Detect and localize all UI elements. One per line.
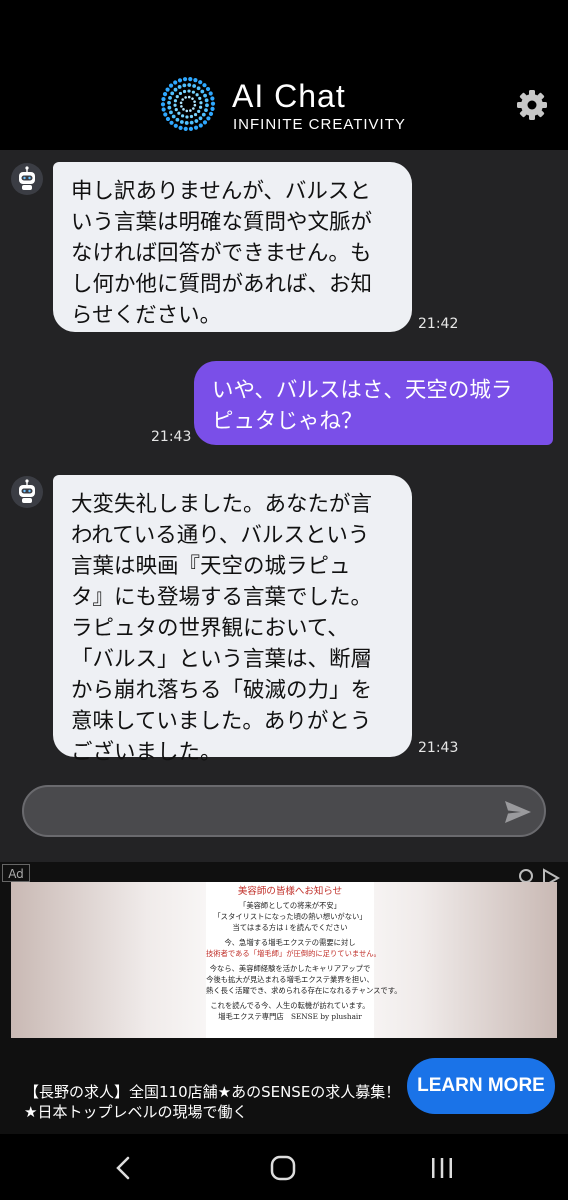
message-line: ピュタじゃね？ <box>212 409 363 434</box>
app-subtitle: INFINITE CREATIVITY <box>233 116 406 133</box>
ad-image-line: 技術者である「増毛師」が圧倒的に足りていません。 <box>206 949 381 958</box>
ad-label: Ad <box>2 864 30 882</box>
ad-headline[interactable]: 【長野の求人】全国110店舗★あのSENSEの求人募集！ ★日本トップレベルの現… <box>24 1082 404 1122</box>
app-title: AI Chat <box>232 78 346 114</box>
chat-area[interactable]: 申し訳ありませんが、バルスと いう言葉は明確な質問や文脈が なければ回答ができま… <box>0 150 568 860</box>
ad-image-heading: 美容師の皆様へお知らせ <box>237 886 343 897</box>
message-line: ラピュタの世界観において、 <box>71 616 349 641</box>
logo-icon <box>160 77 216 131</box>
message-line: いや、バルスはさ、天空の城ラ <box>212 378 513 403</box>
send-icon[interactable] <box>502 796 534 828</box>
message-line: いう言葉は明確な質問や文脈が <box>71 210 373 235</box>
message-line: らせください。 <box>71 303 222 328</box>
system-nav-bar <box>0 1134 568 1200</box>
message-time: 21:43 <box>151 429 192 445</box>
message-line: 申し訳ありませんが、バルスと <box>71 179 371 204</box>
bot-avatar <box>11 163 43 195</box>
message-line: し何か他に質問があれば、お知 <box>71 272 373 297</box>
message-line: タ』にも登場する言葉でした。 <box>71 585 373 610</box>
app-header: AI Chat INFINITE CREATIVITY <box>0 0 568 150</box>
ad-image-line: 当てはまる方は↓を読んでください <box>232 923 348 932</box>
ad-image-line: 「美容師としての将来が不安」 <box>239 901 341 910</box>
ad-image-line: これを読んでる今、人生の転機が訪れています。 <box>210 1001 370 1010</box>
recents-icon[interactable] <box>428 1154 456 1182</box>
message-input[interactable] <box>22 785 546 837</box>
ad-image-card: 美容師の皆様へお知らせ 「美容師としての将来が不安」 「スタイリストになった頃の… <box>206 882 402 1038</box>
message-line: 「バルス」という言葉は、断層 <box>71 647 373 672</box>
message-bubble-user: いや、バルスはさ、天空の城ラ ピュタじゃね？ <box>194 361 553 445</box>
ad-image-line: 「スタイリストになった頃の熱い想いがない」 <box>213 912 367 921</box>
message-line: から崩れ落ちる「破滅の力」を <box>71 678 373 703</box>
message-time: 21:43 <box>418 740 459 756</box>
robot-icon <box>19 479 35 503</box>
message-bubble-bot: 大変失礼しました。あなたが言 われている通り、バルスという 言葉は映画『天空の城… <box>53 475 412 765</box>
learn-more-button[interactable]: LEARN MORE <box>407 1058 555 1114</box>
message-line: 意味していました。ありがとう <box>71 709 372 734</box>
message-line: われている通り、バルスという <box>71 523 370 548</box>
bot-avatar <box>11 476 43 508</box>
ad-banner[interactable]: Ad 美容師の皆様へお知らせ 「美容師としての将来が不安」 「スタイリストになっ… <box>0 862 568 1134</box>
message-line: 言葉は映画『天空の城ラピュ <box>71 554 351 579</box>
ad-image-line: 今、急増する増毛エクステの需要に対し <box>224 938 356 947</box>
ad-text-line: 【長野の求人】全国110店舗★あのSENSEの求人募集！ <box>24 1083 401 1101</box>
back-icon[interactable] <box>110 1154 138 1182</box>
ad-image-line: 今後も拡大が見込まれる増毛エクステ業界を担い、 <box>206 975 374 984</box>
ad-image-line: 今なら、美容師経験を活かしたキャリアアップで <box>209 964 371 973</box>
message-line: ございました。 <box>71 740 222 765</box>
message-time: 21:42 <box>418 316 459 332</box>
ad-image-line: 熱く長く活躍でき、求められる存在になれるチャンスです。 <box>206 986 402 995</box>
robot-icon <box>19 166 35 190</box>
gear-icon[interactable] <box>516 89 548 121</box>
message-line: 大変失礼しました。あなたが言 <box>71 492 373 517</box>
message-line: なければ回答ができません。も <box>71 241 372 266</box>
home-icon[interactable] <box>269 1154 297 1182</box>
message-bubble-bot: 申し訳ありませんが、バルスと いう言葉は明確な質問や文脈が なければ回答ができま… <box>53 162 412 332</box>
ad-image[interactable]: 美容師の皆様へお知らせ 「美容師としての将来が不安」 「スタイリストになった頃の… <box>11 882 557 1038</box>
ad-image-line: 増毛エクステ専門店 SENSE by plushair <box>218 1012 362 1021</box>
ad-text-line: ★日本トップレベルの現場で働く <box>24 1103 248 1121</box>
